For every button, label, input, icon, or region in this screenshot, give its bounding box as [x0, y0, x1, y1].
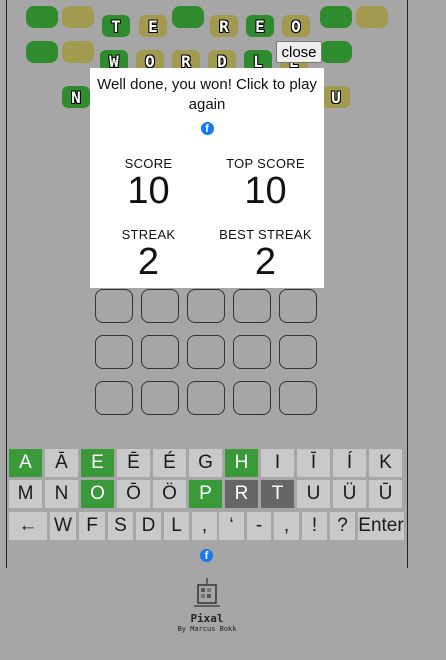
- title-tile-row3-left: N: [62, 86, 90, 108]
- guess-cell: [233, 381, 271, 415]
- key[interactable]: D: [136, 512, 161, 540]
- title-letter: O: [291, 16, 301, 36]
- key[interactable]: K: [369, 449, 402, 477]
- decorative-tile: [62, 6, 94, 28]
- facebook-icon[interactable]: f: [200, 549, 213, 562]
- decorative-tile: [356, 6, 388, 28]
- guess-cell: [279, 381, 317, 415]
- key[interactable]: Ī: [297, 449, 330, 477]
- best-streak-value: 2: [254, 241, 277, 283]
- pixal-logo-icon: [194, 578, 220, 607]
- key[interactable]: Í: [333, 449, 366, 477]
- key[interactable]: P: [189, 480, 222, 508]
- key[interactable]: N: [45, 480, 78, 508]
- logo-byline: By Marcus Bokk: [177, 625, 237, 633]
- key[interactable]: É: [153, 449, 186, 477]
- guess-cell: [187, 289, 225, 323]
- title-tile: O: [282, 15, 310, 37]
- guess-cell: [279, 289, 317, 323]
- decorative-tile: [320, 41, 352, 63]
- guess-cell: [141, 381, 179, 415]
- key[interactable]: ,: [274, 512, 299, 540]
- top-score-value: 10: [244, 170, 287, 212]
- facebook-icon[interactable]: f: [200, 122, 214, 135]
- score-value: 10: [127, 170, 170, 212]
- key[interactable]: ?: [330, 512, 355, 540]
- decorative-tile: [62, 41, 94, 63]
- key[interactable]: Enter: [358, 512, 404, 540]
- score-stat: SCORE 10: [90, 156, 207, 211]
- key[interactable]: W: [50, 512, 76, 540]
- decorative-tile: [172, 6, 204, 28]
- key[interactable]: T: [261, 480, 294, 508]
- guess-cell: [279, 335, 317, 369]
- pixal-logo: Pixal By Marcus Bokk: [172, 575, 242, 637]
- footer-facebook: f: [200, 546, 213, 564]
- key[interactable]: S: [108, 512, 133, 540]
- key[interactable]: U: [297, 480, 330, 508]
- title-tile-row3-right: U: [322, 86, 350, 108]
- title-tile: R: [210, 15, 238, 37]
- key[interactable]: Ō: [117, 480, 150, 508]
- close-button[interactable]: close: [276, 41, 322, 63]
- best-streak-stat: BEST STREAK 2: [207, 227, 324, 282]
- title-letter: U: [331, 87, 341, 107]
- play-again-message[interactable]: Well done, you won! Click to play again: [90, 75, 324, 115]
- key[interactable]: Ā: [45, 449, 78, 477]
- key[interactable]: H: [225, 449, 258, 477]
- title-letter: T: [111, 16, 121, 36]
- key[interactable]: L: [164, 512, 189, 540]
- title-letter: E: [148, 16, 158, 36]
- title-tile: E: [246, 15, 274, 37]
- guess-cell: [95, 381, 133, 415]
- key[interactable]: F: [79, 512, 105, 540]
- key[interactable]: ‘: [219, 512, 244, 540]
- guess-cell: [187, 381, 225, 415]
- guess-cell: [187, 335, 225, 369]
- key[interactable]: Ē: [117, 449, 150, 477]
- key[interactable]: -: [247, 512, 271, 540]
- key[interactable]: Ö: [153, 480, 186, 508]
- key[interactable]: A: [9, 449, 42, 477]
- title-letter: R: [219, 16, 229, 36]
- key[interactable]: M: [9, 480, 42, 508]
- guess-cell: [233, 289, 271, 323]
- win-modal: Well done, you won! Click to play again …: [90, 68, 324, 288]
- guess-cell: [141, 335, 179, 369]
- decorative-tile: [320, 6, 352, 28]
- top-score-stat: TOP SCORE 10: [207, 156, 324, 211]
- key[interactable]: I: [261, 449, 294, 477]
- key[interactable]: Ü: [333, 480, 366, 508]
- guess-cell: [141, 289, 179, 323]
- title-tile: E: [139, 15, 167, 37]
- streak-stat: STREAK 2: [90, 227, 207, 282]
- key[interactable]: !: [302, 512, 327, 540]
- key[interactable]: ←: [9, 512, 47, 540]
- title-letter: E: [255, 16, 265, 36]
- title-letter: N: [71, 87, 81, 107]
- logo-name: Pixal: [190, 612, 224, 625]
- key[interactable]: E: [81, 449, 114, 477]
- decorative-tile: [26, 41, 58, 63]
- streak-value: 2: [137, 241, 160, 283]
- score-label: SCORE: [124, 156, 173, 171]
- key[interactable]: G: [189, 449, 222, 477]
- key[interactable]: ,: [192, 512, 217, 540]
- guess-cell: [95, 335, 133, 369]
- decorative-tile: [26, 6, 58, 28]
- top-score-label: TOP SCORE: [226, 156, 305, 171]
- best-streak-label: BEST STREAK: [219, 227, 312, 242]
- key[interactable]: R: [225, 480, 258, 508]
- streak-label: STREAK: [121, 227, 176, 242]
- guess-cell: [95, 289, 133, 323]
- key[interactable]: O: [81, 480, 114, 508]
- title-tile: T: [102, 15, 130, 37]
- key[interactable]: Ū: [369, 480, 402, 508]
- guess-cell: [233, 335, 271, 369]
